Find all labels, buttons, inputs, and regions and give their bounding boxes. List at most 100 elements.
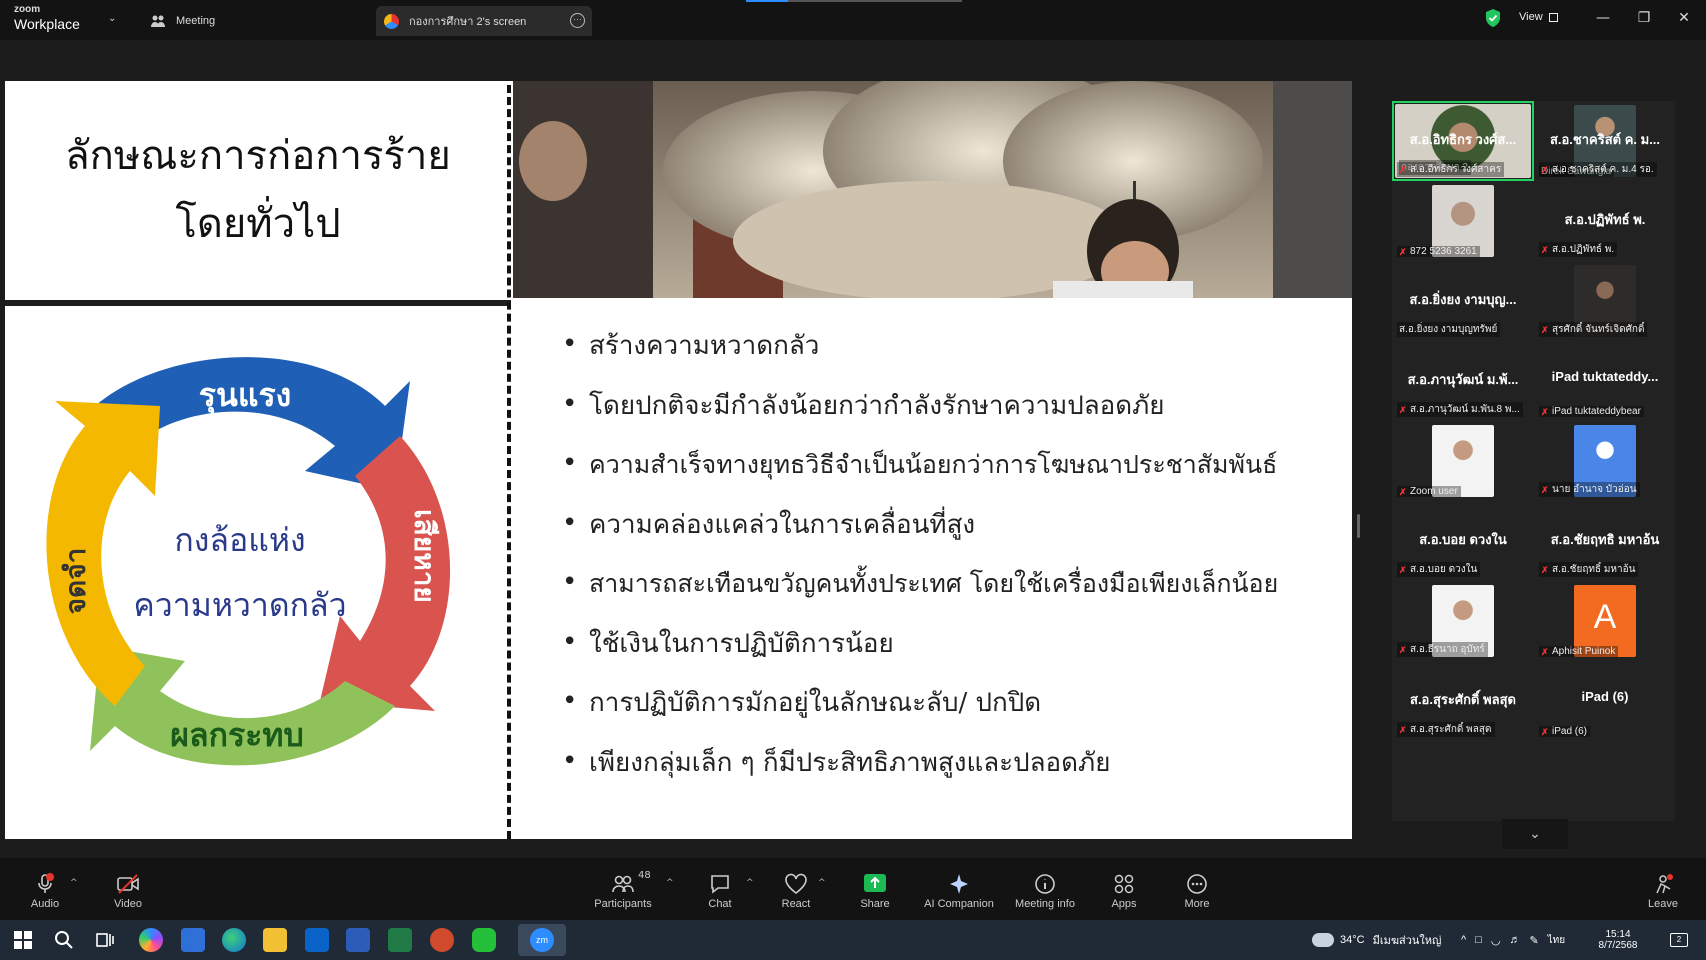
participant-display-name: iPad tuktateddy... (1551, 369, 1659, 384)
participant-tile[interactable]: A ✗ Aphisit Puinok (1534, 581, 1676, 661)
participants-button[interactable]: Participants (588, 858, 658, 920)
share-button[interactable]: Share (840, 858, 910, 920)
outlook-icon[interactable] (305, 928, 329, 952)
apps-button[interactable]: Apps (1089, 858, 1159, 920)
tab-shared-screen[interactable]: กองการศึกษา 2's screen ··· (376, 6, 592, 36)
zoom-taskbar-active[interactable]: zm (518, 924, 566, 956)
task-view-icon[interactable] (93, 928, 117, 952)
react-caret-icon[interactable]: ^ (818, 878, 826, 888)
audio-label: Audio (30, 898, 60, 910)
participant-tile[interactable]: ✗ Zoom user (1392, 421, 1534, 501)
video-button[interactable]: Video (93, 858, 163, 920)
more-button[interactable]: More (1162, 858, 1232, 920)
notification-center[interactable]: 2 (1670, 920, 1688, 960)
tray-chevron-up-icon[interactable]: ^ (1461, 934, 1466, 946)
pen-icon[interactable]: ✎ (1529, 934, 1538, 947)
file-explorer-icon[interactable] (263, 928, 287, 952)
audio-options-caret-icon[interactable]: ^ (70, 878, 78, 888)
mic-muted-icon: ✗ (1399, 486, 1407, 497)
participant-tile[interactable]: ส.อ.ปฏิพัทธ์ พ. ✗ ส.อ.ปฏิพัทธ์ พ. (1534, 181, 1676, 261)
participant-name-label: ✗ Zoom user (1397, 486, 1461, 497)
mic-muted-icon: ✗ (1399, 644, 1407, 655)
monitor-icon[interactable]: □ (1475, 934, 1482, 946)
mic-muted-icon: ✗ (1399, 564, 1407, 575)
ai-companion-button[interactable]: AI Companion (917, 858, 1001, 920)
participant-tile[interactable]: ส.อ.อิทธิกร วงศ์ส... ✗ ส.อ.อิทธิกร วงศ์สาค… (1392, 101, 1534, 181)
excel-icon[interactable] (388, 928, 412, 952)
participant-tile[interactable]: ส.อ.สุระศักดิ์ พลสุด ✗ ส.อ.สุระศักดิ์ พลสุ… (1392, 661, 1534, 741)
leave-icon (1656, 874, 1673, 894)
react-button[interactable]: React (761, 858, 831, 920)
camera-off-icon (117, 874, 139, 894)
participant-name-text: 872 5236 3261 (1410, 246, 1477, 257)
windows-start-icon[interactable] (11, 928, 35, 952)
shared-slide[interactable]: ลักษณะการก่อการร้าย โดยทั่วไป รุนแรง ผลก… (5, 81, 1352, 839)
close-icon[interactable]: ✕ (1674, 8, 1694, 28)
mic-muted-icon: ✗ (1541, 726, 1549, 737)
gallery-scroll-down-icon[interactable]: ⌄ (1502, 819, 1568, 849)
language-indicator[interactable]: ไทย (1548, 933, 1565, 948)
zoom-workplace-logo[interactable]: zoom Workplace (14, 5, 80, 32)
leave-label: Leave (1648, 898, 1678, 910)
tab-meeting[interactable]: Meeting (150, 6, 215, 36)
meeting-info-button[interactable]: Meeting info (1009, 858, 1081, 920)
participant-tile[interactable]: ✗ 872 5236 3261 (1392, 181, 1534, 261)
copilot-icon[interactable] (139, 928, 163, 952)
minimize-icon[interactable]: — (1593, 8, 1613, 28)
line-icon[interactable] (472, 928, 496, 952)
participants-caret-icon[interactable]: ^ (666, 878, 674, 888)
powerpoint-icon[interactable] (430, 928, 454, 952)
search-icon[interactable] (52, 928, 76, 952)
edge-icon[interactable] (222, 928, 246, 952)
participant-tile[interactable]: ✗ สุรศักดิ์ จันทร์เจิดศักดิ์ (1534, 261, 1676, 341)
participant-tile[interactable]: ✗ นาย อำนาจ บัวอ่อน (1534, 421, 1676, 501)
microphone-muted-icon (38, 873, 54, 893)
leave-button[interactable]: Leave (1628, 858, 1698, 920)
mic-muted-icon: ✗ (1541, 164, 1549, 175)
participant-tile[interactable]: ส.อ.ยิ่งยง งามบุญ... ส.อ.ยิ่งยง งามบุญทรั… (1392, 261, 1534, 341)
mic-muted-icon: ✗ (1399, 724, 1407, 735)
audio-button[interactable]: Audio (10, 858, 80, 920)
weather-widget[interactable]: 34°C มีเมฆส่วนใหญ่ (1312, 920, 1441, 960)
participant-name-text: iPad tuktateddybear (1552, 406, 1641, 417)
clock[interactable]: 15:14 8/7/2568 (1590, 920, 1646, 960)
volume-icon[interactable]: ♬ (1509, 934, 1520, 946)
participant-tile[interactable]: ส.อ.บอย ดวงใน ✗ ส.อ.บอย ดวงใน (1392, 501, 1534, 581)
restore-icon[interactable]: ❐ (1634, 8, 1654, 28)
participants-count: 48 (638, 870, 651, 881)
clock-date: 8/7/2568 (1598, 940, 1638, 951)
shield-check-icon[interactable] (1485, 9, 1501, 27)
windows-taskbar: zm 34°C มีเมฆส่วนใหญ่ ^ □ ◡ ♬ ✎ ไทย 15:1… (0, 920, 1706, 960)
chat-label: Chat (708, 898, 732, 910)
bullet-item: โดยปกติจะมีกำลังน้อยกว่ากำลังรักษาความปล… (560, 387, 1350, 449)
participant-tile[interactable]: iPad (6) ✗ iPad (6) (1534, 661, 1676, 741)
mic-muted-icon: ✗ (1541, 324, 1549, 335)
chat-button[interactable]: Chat (685, 858, 755, 920)
more-options-icon[interactable]: ··· (570, 13, 585, 28)
participant-name-label: ✗ iPad tuktateddybear (1539, 406, 1644, 417)
participant-name-label: ✗ สุรศักดิ์ จันทร์เจิดศักดิ์ (1539, 322, 1648, 337)
participant-tile[interactable]: ส.อ.ภานุวัฒน์ ม.พ้... ✗ ส.อ.ภานุวัฒน์ ม.พั… (1392, 341, 1534, 421)
chat-caret-icon[interactable]: ^ (746, 878, 754, 888)
participant-tile[interactable]: ✗ ส.อ.ธีรนาถ อุบัทร์ (1392, 581, 1534, 661)
word-icon[interactable] (346, 928, 370, 952)
wifi-icon[interactable]: ◡ (1491, 934, 1501, 947)
participant-name-label: ✗ ส.อ.อิทธิกร วงศ์สาคร (1397, 162, 1505, 177)
participant-tile[interactable]: ส.อ.ชาคริสต์ ค. ม... ✗ ส.อ.ชาคริสต์ ค. ม.4… (1534, 101, 1676, 181)
participant-tile[interactable]: ส.อ.ชัยฤทธิ มหาอ้น ✗ ส.อ.ชัยฤทธิ์ มหาอ้น (1534, 501, 1676, 581)
participant-name-text: สุรศักดิ์ จันทร์เจิดศักดิ์ (1552, 324, 1645, 335)
view-button[interactable]: View (1519, 11, 1558, 23)
participant-tile[interactable]: iPad tuktateddy... ✗ iPad tuktateddybear (1534, 341, 1676, 421)
participant-display-name: ส.อ.อิทธิกร วงศ์ส... (1409, 132, 1517, 147)
participants-label: Participants (594, 898, 652, 910)
bullet-item: ความคล่องแคล่วในการเคลื่อนที่สูง (560, 506, 1350, 568)
clock-time: 15:14 (1605, 929, 1631, 940)
mic-muted-icon: ✗ (1399, 246, 1407, 257)
weather-desc: มีเมฆส่วนใหญ่ (1372, 935, 1442, 947)
participant-name-text: Zoom user (1410, 486, 1458, 497)
chevron-down-icon[interactable]: ⌄ (108, 13, 116, 24)
participant-gallery[interactable]: กองการศึกษา 2 Direk Sawangla ✗ 872 5236 326… (1392, 101, 1675, 821)
panel-splitter[interactable] (1357, 514, 1360, 538)
zoom-app-icon: zm (530, 928, 554, 952)
store-icon[interactable] (181, 928, 205, 952)
